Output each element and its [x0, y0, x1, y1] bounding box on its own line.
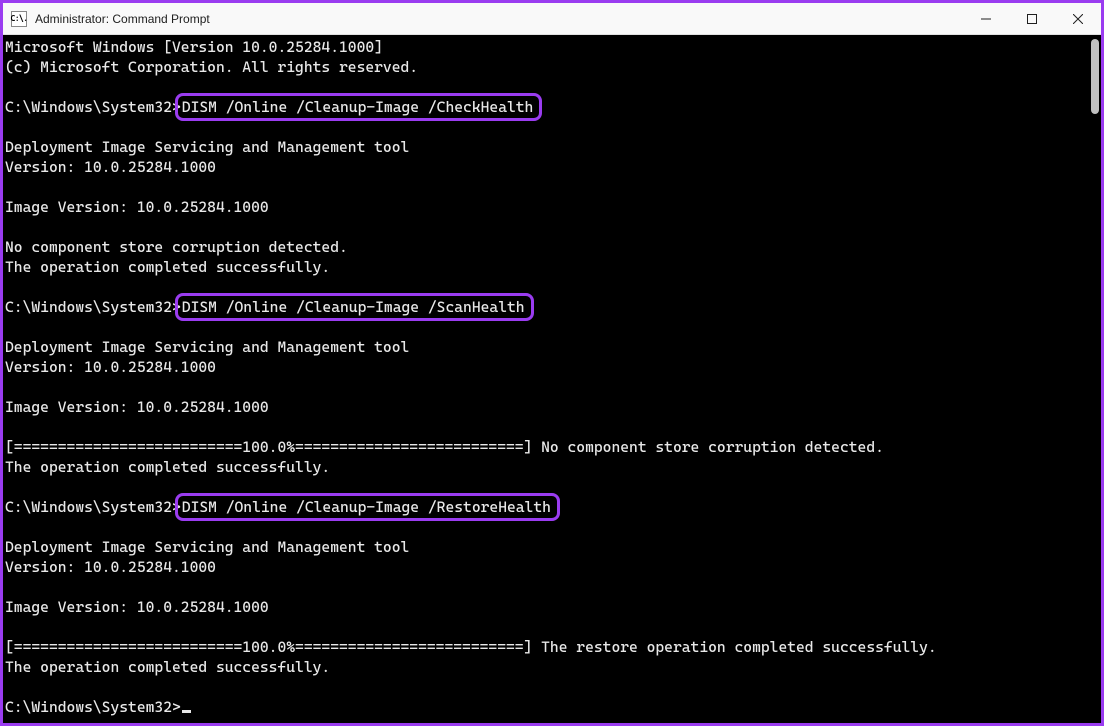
app-icon: C:\.	[11, 11, 27, 27]
terminal-line: Version: 10.0.25284.1000	[5, 357, 1085, 377]
terminal-line	[5, 417, 1085, 437]
prompt-text: C:\Windows\System32>	[5, 298, 181, 316]
minimize-button[interactable]	[963, 3, 1009, 34]
terminal-area[interactable]: Microsoft Windows [Version 10.0.25284.10…	[3, 35, 1101, 723]
terminal-line: Deployment Image Servicing and Managemen…	[5, 537, 1085, 557]
terminal-line: C:\Windows\System32>DISM /Online /Cleanu…	[5, 497, 1085, 517]
titlebar[interactable]: C:\. Administrator: Command Prompt	[3, 3, 1101, 35]
maximize-icon	[1027, 14, 1037, 24]
command-text: DISM /Online /Cleanup-Image /RestoreHeal…	[175, 493, 560, 521]
command-text: DISM /Online /Cleanup-Image /CheckHealth	[175, 93, 543, 121]
terminal-line: Image Version: 10.0.25284.1000	[5, 597, 1085, 617]
terminal-line: [==========================100.0%=======…	[5, 437, 1085, 457]
prompt-text: C:\Windows\System32>	[5, 698, 181, 716]
prompt-text: C:\Windows\System32>	[5, 498, 181, 516]
command-text: DISM /Online /Cleanup-Image /ScanHealth	[175, 293, 534, 321]
cmd-window: C:\. Administrator: Command Prompt Micro…	[0, 0, 1104, 726]
terminal-line: [==========================100.0%=======…	[5, 637, 1085, 657]
terminal-line: Deployment Image Servicing and Managemen…	[5, 337, 1085, 357]
terminal-output[interactable]: Microsoft Windows [Version 10.0.25284.10…	[3, 35, 1087, 723]
minimize-icon	[981, 14, 991, 24]
window-controls	[963, 3, 1101, 34]
terminal-line: Deployment Image Servicing and Managemen…	[5, 137, 1085, 157]
terminal-line: Image Version: 10.0.25284.1000	[5, 197, 1085, 217]
terminal-line	[5, 617, 1085, 637]
terminal-line	[5, 77, 1085, 97]
terminal-line	[5, 317, 1085, 337]
scrollbar-thumb[interactable]	[1091, 39, 1099, 114]
terminal-line	[5, 577, 1085, 597]
terminal-line: The operation completed successfully.	[5, 657, 1085, 677]
terminal-line: C:\Windows\System32>DISM /Online /Cleanu…	[5, 97, 1085, 117]
terminal-line	[5, 277, 1085, 297]
cursor	[182, 710, 191, 713]
terminal-line: Microsoft Windows [Version 10.0.25284.10…	[5, 37, 1085, 57]
maximize-button[interactable]	[1009, 3, 1055, 34]
terminal-line: C:\Windows\System32>	[5, 697, 1085, 717]
terminal-line: Version: 10.0.25284.1000	[5, 157, 1085, 177]
close-button[interactable]	[1055, 3, 1101, 34]
terminal-line	[5, 117, 1085, 137]
terminal-line: Image Version: 10.0.25284.1000	[5, 397, 1085, 417]
terminal-line: The operation completed successfully.	[5, 257, 1085, 277]
terminal-line	[5, 377, 1085, 397]
prompt-text: C:\Windows\System32>	[5, 98, 181, 116]
terminal-line: Version: 10.0.25284.1000	[5, 557, 1085, 577]
window-title: Administrator: Command Prompt	[35, 12, 210, 26]
terminal-line: The operation completed successfully.	[5, 457, 1085, 477]
terminal-line: (c) Microsoft Corporation. All rights re…	[5, 57, 1085, 77]
terminal-line: No component store corruption detected.	[5, 237, 1085, 257]
terminal-line	[5, 677, 1085, 697]
terminal-line	[5, 217, 1085, 237]
close-icon	[1073, 14, 1083, 24]
terminal-line: C:\Windows\System32>DISM /Online /Cleanu…	[5, 297, 1085, 317]
terminal-line	[5, 177, 1085, 197]
